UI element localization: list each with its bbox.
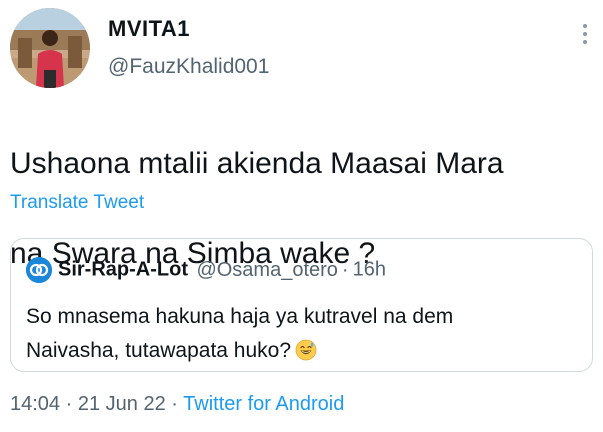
tweet-meta: 14:04 · 21 Jun 22 · Twitter for Android (10, 392, 344, 416)
quoted-text-line: So mnasema hakuna haja ya kutravel na de… (26, 305, 454, 328)
author-handle[interactable]: @FauzKhalid001 (108, 54, 269, 80)
quoted-tweet-text: So mnasema hakuna haja ya kutravel na de… (26, 300, 576, 368)
author-display-name[interactable]: MVITA1 (108, 16, 269, 42)
tweet-card: MVITA1 @FauzKhalid001 Ushaona mtalii aki… (0, 0, 603, 432)
quoted-author-handle[interactable]: @Osama_otero (196, 259, 337, 281)
quoted-timestamp[interactable]: 16h (353, 259, 386, 281)
grinning-sweat-face-icon (295, 338, 317, 361)
meta-separator: · (65, 393, 73, 415)
tweet-text-line: Ushaona mtalii akienda Maasai Mara (10, 147, 504, 180)
quoted-separator: · (341, 258, 349, 281)
translate-tweet-link[interactable]: Translate Tweet (10, 191, 144, 215)
quoted-text-line: Naivasha, tutawapata huko? (26, 339, 292, 362)
quoted-tweet[interactable]: Sir-Rap-A-Lot @Osama_otero · 16h So mnasem… (10, 238, 593, 372)
tweet-header: MVITA1 @FauzKhalid001 (10, 8, 595, 90)
quoted-avatar-logo-icon (26, 257, 52, 283)
tweet-date[interactable]: 21 Jun 22 (78, 393, 166, 415)
avatar-photo-icon (10, 8, 90, 88)
author-avatar[interactable] (10, 8, 90, 88)
quoted-tweet-header: Sir-Rap-A-Lot @Osama_otero · 16h (26, 257, 386, 283)
quoted-text-line-2: Naivasha, tutawapata huko? (26, 334, 576, 368)
author-names: MVITA1 @FauzKhalid001 (108, 16, 269, 80)
tweet-time[interactable]: 14:04 (10, 393, 60, 415)
more-options-icon[interactable] (581, 24, 589, 50)
meta-separator: · (171, 393, 178, 415)
tweet-source-link[interactable]: Twitter for Android (183, 393, 344, 415)
quoted-author-display-name[interactable]: Sir-Rap-A-Lot (58, 259, 188, 281)
quoted-author-avatar[interactable] (26, 257, 52, 283)
